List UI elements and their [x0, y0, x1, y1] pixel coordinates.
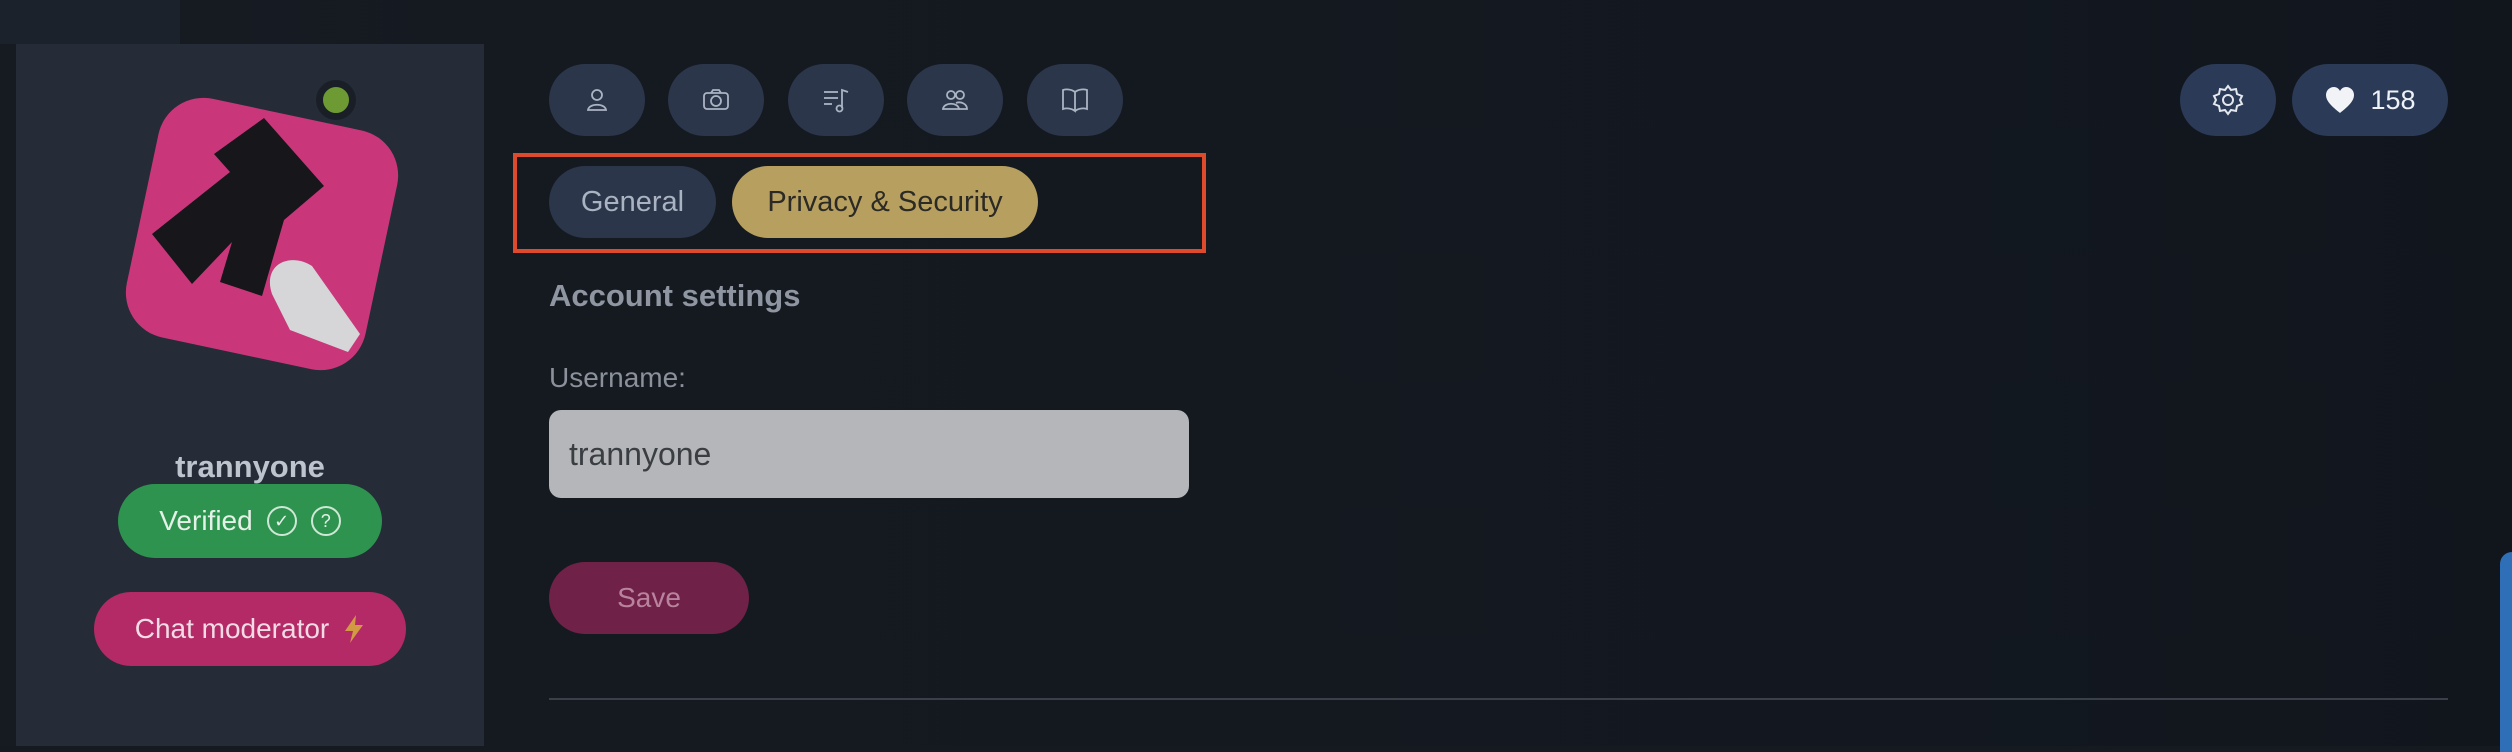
book-icon [1062, 88, 1088, 113]
verified-badge[interactable]: Verified ✓ ? [118, 484, 382, 558]
save-button[interactable]: Save [549, 562, 749, 634]
likes-button[interactable]: 158 [2292, 64, 2448, 136]
username-input[interactable] [549, 410, 1189, 498]
username-label: Username: [549, 362, 686, 393]
settings-button[interactable] [2180, 64, 2276, 136]
tab-playlist[interactable] [788, 64, 884, 136]
moderator-label: Chat moderator [134, 613, 330, 644]
section-title: Account settings [549, 278, 801, 313]
heart-icon [2326, 87, 2355, 113]
gear-icon [2212, 84, 2244, 116]
user-icon [586, 89, 608, 111]
online-status-dot [316, 80, 356, 120]
check-circle-icon: ✓ [266, 506, 297, 536]
friends-icon [941, 90, 968, 110]
tab-journal[interactable] [1027, 64, 1123, 136]
moderator-badge[interactable]: Chat moderator [94, 592, 406, 666]
side-drawer-tab[interactable] [2500, 552, 2512, 752]
help-circle-icon[interactable]: ? [310, 506, 341, 536]
profile-sidebar: trannyone Verified ✓ ? Chat moderator [16, 44, 484, 746]
profile-username: trannyone [175, 449, 325, 484]
highlight-box [513, 153, 1206, 253]
tab-profile[interactable] [549, 64, 645, 136]
lightning-icon [345, 615, 364, 643]
top-left-band [0, 0, 180, 44]
playlist-icon [824, 88, 849, 113]
likes-count: 158 [2370, 84, 2416, 115]
verified-label: Verified [159, 505, 253, 536]
avatar[interactable] [112, 84, 412, 384]
divider [549, 698, 2448, 700]
tab-photos[interactable] [668, 64, 764, 136]
tab-friends[interactable] [907, 64, 1003, 136]
avatar-image [125, 97, 399, 371]
camera-icon [703, 89, 729, 110]
